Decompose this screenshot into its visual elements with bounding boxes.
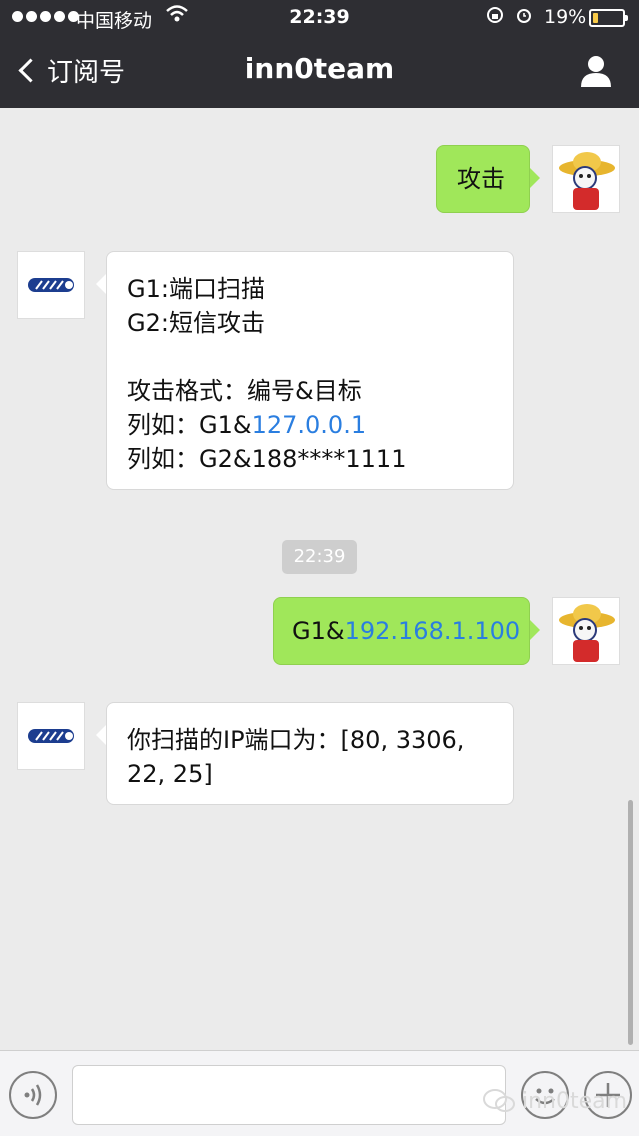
message-line: 列如：G1&127.0.0.1 bbox=[127, 408, 513, 442]
battery-percent: 19% bbox=[544, 6, 587, 28]
watermark: inn0team bbox=[482, 1088, 627, 1114]
bot-avatar[interactable] bbox=[17, 251, 85, 319]
status-bar: 中国移动 22:39 19% bbox=[0, 0, 639, 36]
message-text: 列如：G1& bbox=[127, 411, 252, 439]
message-line: 列如：G2&188****1111 bbox=[127, 445, 407, 473]
message-bubble-sent[interactable]: 攻击 bbox=[436, 145, 540, 213]
voice-icon bbox=[24, 1084, 42, 1106]
wechat-icon bbox=[483, 1089, 515, 1112]
message-text: 攻击 bbox=[457, 165, 505, 193]
message-input[interactable] bbox=[72, 1065, 506, 1125]
my-avatar[interactable] bbox=[552, 597, 620, 665]
alarm-icon bbox=[517, 9, 532, 23]
watermark-text: inn0team bbox=[522, 1088, 628, 1114]
battery-fill bbox=[593, 13, 598, 23]
timestamp-chip: 22:39 bbox=[282, 540, 357, 574]
message-bubble-received[interactable]: G1:端口扫描 G2:短信攻击 攻击格式：编号&目标 列如：G1&127.0.0… bbox=[96, 251, 514, 490]
message-bubble-sent[interactable]: G1&192.168.1.100 bbox=[273, 597, 540, 665]
top-bar: 中国移动 22:39 19% 订阅号 inn0team bbox=[0, 0, 639, 108]
voice-button[interactable] bbox=[9, 1071, 57, 1119]
message-bubble-received[interactable]: 你扫描的IP端口为：[80, 3306, 22, 25] bbox=[96, 702, 514, 805]
message-line: G2:短信攻击 bbox=[127, 309, 265, 337]
bot-avatar[interactable] bbox=[17, 702, 85, 770]
my-avatar[interactable] bbox=[552, 145, 620, 213]
person-icon bbox=[581, 56, 611, 87]
battery-icon bbox=[589, 9, 628, 27]
message-line: G1:端口扫描 bbox=[127, 275, 265, 303]
chat-title: inn0team bbox=[244, 52, 395, 85]
message-line: 攻击格式：编号&目标 bbox=[127, 377, 362, 405]
message-text: 你扫描的IP端口为：[80, 3306, 22, 25] bbox=[127, 726, 465, 788]
ip-link[interactable]: 127.0.0.1 bbox=[252, 411, 367, 439]
rotation-lock-icon bbox=[487, 7, 503, 23]
chat-scrollbar[interactable] bbox=[628, 800, 633, 1045]
profile-button[interactable] bbox=[580, 54, 612, 88]
message-text: G1& bbox=[292, 617, 345, 645]
status-icons bbox=[486, 6, 533, 29]
ip-link[interactable]: 192.168.1.100 bbox=[345, 617, 521, 645]
